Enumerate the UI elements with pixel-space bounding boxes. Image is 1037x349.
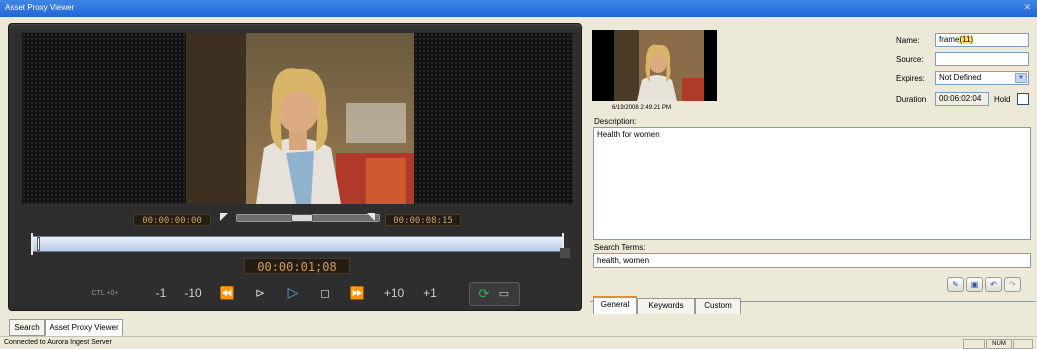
video-frame	[186, 33, 414, 204]
window-tab-asset-proxy-viewer[interactable]: Asset Proxy Viewer	[45, 319, 123, 336]
status-cell-empty-2	[1013, 339, 1033, 349]
save-icon[interactable]: ▣	[966, 277, 983, 292]
close-icon[interactable]: ✕	[1023, 2, 1031, 13]
mark-in-timecode: 00:00:00:00	[133, 214, 211, 226]
expires-selected-value: Not Defined	[939, 73, 982, 82]
trim-slider[interactable]	[236, 214, 380, 222]
rewind-icon[interactable]: ⏪	[216, 285, 238, 301]
duration-field: 00:06:02:04	[935, 92, 989, 106]
source-label: Source:	[896, 55, 924, 64]
tab-custom[interactable]: Custom	[695, 298, 741, 314]
loop-controls: ⟳ ▭	[469, 282, 520, 306]
description-label: Description:	[594, 117, 637, 126]
source-field[interactable]	[935, 52, 1029, 66]
redo-icon[interactable]: ↷	[1004, 277, 1021, 292]
window-tab-search[interactable]: Search	[9, 319, 45, 336]
step-forward-10-button[interactable]: +10	[380, 285, 408, 301]
playhead[interactable]	[37, 237, 40, 251]
play-icon[interactable]: ▷	[282, 284, 304, 300]
name-field[interactable]: frame(11)	[935, 33, 1029, 47]
current-timecode: 00:00:01;08	[244, 258, 350, 274]
trim-slider-thumb[interactable]	[291, 214, 313, 222]
speech-bubble-icon[interactable]: ▭	[496, 286, 512, 302]
mark-out-timecode: 00:00:08:15	[385, 214, 461, 226]
timeline-scrubber[interactable]	[31, 233, 570, 258]
hold-checkbox[interactable]	[1017, 93, 1029, 105]
name-label: Name:	[896, 36, 920, 45]
chevron-down-icon[interactable]: ▼	[1015, 73, 1027, 83]
search-terms-label: Search Terms:	[594, 243, 646, 252]
status-bar: Connected to Aurora Ingest Server	[0, 336, 1037, 349]
edit-icon[interactable]: ✎	[947, 277, 964, 292]
search-terms-input[interactable]: health, women	[593, 253, 1031, 268]
expires-select[interactable]: Not Defined ▼	[935, 71, 1029, 85]
timeline-resize-handle[interactable]	[560, 248, 570, 258]
undo-icon[interactable]: ↶	[985, 277, 1002, 292]
status-cell-empty	[963, 339, 985, 349]
tab-keywords[interactable]: Keywords	[637, 298, 695, 314]
asset-thumbnail	[592, 30, 717, 101]
status-text: Connected to Aurora Ingest Server	[4, 339, 112, 346]
title-bar: Asset Proxy Viewer ✕	[0, 0, 1037, 17]
jump-to-in-icon[interactable]: ⊳	[249, 285, 271, 301]
stop-icon[interactable]: ◻	[315, 285, 335, 301]
ctl-counter-label: CTL +0+	[91, 290, 119, 297]
description-textarea[interactable]: Health for women	[593, 127, 1031, 240]
step-back-10-button[interactable]: -10	[179, 285, 207, 301]
fast-forward-icon[interactable]: ⏩	[346, 285, 368, 301]
step-forward-1-button[interactable]: +1	[420, 285, 440, 301]
window-title: Asset Proxy Viewer	[5, 3, 75, 12]
expires-label: Expires:	[896, 74, 925, 83]
video-player: 00:00:00:00 00:00:08:15 00:00:01;08 CTL …	[8, 23, 583, 312]
num-lock-indicator: NUM	[986, 339, 1012, 349]
timeline-start-marker	[31, 233, 33, 255]
mark-out-icon[interactable]	[367, 213, 375, 221]
step-back-1-button[interactable]: -1	[152, 285, 170, 301]
loop-icon[interactable]: ⟳	[476, 286, 492, 302]
thumbnail-timestamp: 6/19/2008 2:49:21 PM	[612, 105, 672, 111]
mark-in-icon[interactable]	[220, 213, 228, 221]
video-screen	[22, 33, 573, 204]
tab-general[interactable]: General	[593, 296, 637, 315]
hold-label: Hold	[994, 95, 1011, 104]
duration-label: Duration	[896, 95, 927, 104]
